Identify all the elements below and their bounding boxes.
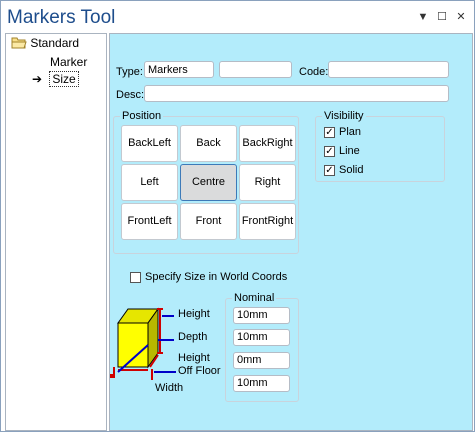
width-field[interactable]: 10mm — [233, 375, 290, 392]
position-back-right-button[interactable]: BackRight — [239, 125, 296, 162]
type-label: Type: — [116, 66, 143, 78]
line-label: Line — [339, 145, 360, 157]
maximize-icon[interactable]: ☐ — [435, 10, 449, 24]
title-bar: Markers Tool ▼ ☐ ✕ — [1, 1, 474, 33]
type-extra-field[interactable] — [219, 61, 292, 78]
off-floor-label-line1: Height — [178, 352, 210, 364]
desc-label: Desc: — [116, 89, 145, 101]
position-centre-button[interactable]: Centre — [180, 164, 237, 201]
position-back-left-button[interactable]: BackLeft — [121, 125, 178, 162]
world-coords-label: Specify Size in World Coords — [145, 271, 288, 283]
window-title: Markers Tool — [7, 7, 116, 28]
width-label: Width — [155, 382, 184, 394]
plan-checkbox[interactable]: ✓ — [324, 127, 335, 138]
position-front-button[interactable]: Front — [180, 203, 237, 240]
folder-icon — [11, 37, 27, 49]
off-floor-label-line2: Off Floor — [178, 365, 221, 377]
position-left-button[interactable]: Left — [121, 164, 178, 201]
code-field[interactable] — [328, 61, 449, 78]
solid-checkbox[interactable]: ✓ — [324, 165, 335, 176]
tree-item-size[interactable]: ➔ Size — [32, 71, 79, 87]
size-panel: Type: Markers Code: Desc: Position BackL… — [109, 33, 473, 431]
markers-tool-window: Markers Tool ▼ ☐ ✕ Standard Marker ➔ Siz… — [0, 0, 475, 432]
tree-root-standard[interactable]: Standard — [11, 36, 79, 50]
tree-root-label: Standard — [30, 36, 80, 50]
height-field[interactable]: 10mm — [233, 307, 290, 324]
off-floor-field[interactable]: 0mm — [233, 352, 290, 369]
tree-item-marker[interactable]: Marker — [50, 55, 87, 69]
position-group: Position BackLeft Back BackRight Left Ce… — [113, 110, 299, 254]
position-front-left-button[interactable]: FrontLeft — [121, 203, 178, 240]
depth-label: Depth — [178, 331, 208, 343]
tree-item-label: Size — [49, 71, 79, 87]
visibility-title: Visibility — [322, 110, 366, 122]
depth-field[interactable]: 10mm — [233, 329, 290, 346]
position-back-button[interactable]: Back — [180, 125, 237, 162]
tree-item-label: Marker — [50, 55, 88, 69]
desc-field[interactable] — [144, 85, 449, 102]
code-label: Code: — [299, 66, 329, 78]
type-field[interactable]: Markers — [144, 61, 214, 78]
arrow-right-icon: ➔ — [32, 72, 43, 86]
visibility-group: Visibility ✓ Plan ✓ Line ✓ Solid — [315, 110, 445, 182]
world-coords-checkbox[interactable] — [130, 272, 141, 283]
position-front-right-button[interactable]: FrontRight — [239, 203, 296, 240]
tree-view[interactable]: Standard Marker ➔ Size — [5, 33, 107, 431]
dropdown-icon[interactable]: ▼ — [416, 10, 430, 24]
close-icon[interactable]: ✕ — [454, 10, 468, 24]
solid-label: Solid — [339, 164, 364, 176]
plan-label: Plan — [339, 126, 362, 138]
line-checkbox[interactable]: ✓ — [324, 146, 335, 157]
nominal-title: Nominal — [232, 292, 277, 304]
height-label: Height — [178, 308, 210, 320]
position-title: Position — [120, 110, 164, 122]
position-right-button[interactable]: Right — [239, 164, 296, 201]
